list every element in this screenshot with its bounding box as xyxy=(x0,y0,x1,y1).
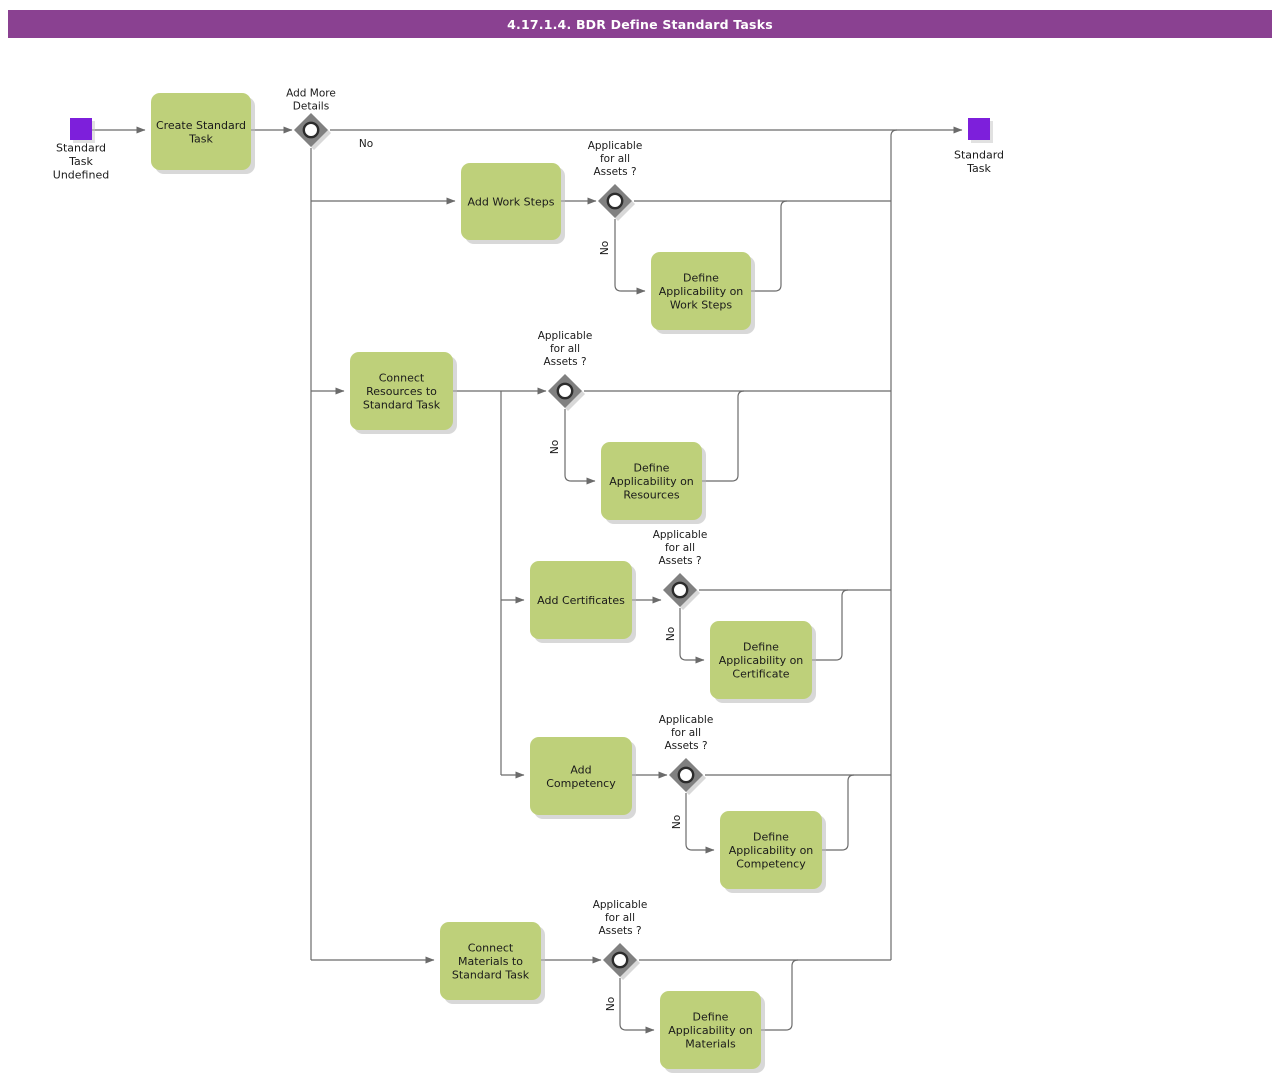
flow-res-def-merge xyxy=(702,390,745,482)
task-connect-resources-to-standard-task[interactable]: Connect Resources to Standard Task xyxy=(350,352,457,434)
task-define-applicability-resources[interactable]: Define Applicability on Resources xyxy=(601,442,706,524)
gateway-label: Add More Details xyxy=(286,88,336,113)
flow-ws-def-merge xyxy=(751,200,788,292)
flow-gw-ws-no xyxy=(614,219,646,295)
inclusive-gateway-icon xyxy=(606,192,624,210)
gateway-gw-applicable-competency[interactable]: Applicable for all Assets ? xyxy=(659,714,714,795)
flow-gw-res-no xyxy=(564,409,596,485)
gateway-gw-applicable-materials[interactable]: Applicable for all Assets ? xyxy=(593,899,648,980)
inclusive-gateway-icon xyxy=(611,951,629,969)
gateway-gw-applicable-resources[interactable]: Applicable for all Assets ? xyxy=(538,330,593,411)
gateway-gw-add-more-details[interactable]: Add More Details xyxy=(286,88,336,151)
event-label: Standard Task xyxy=(954,148,1004,175)
inclusive-gateway-icon xyxy=(677,766,695,784)
task-define-applicability-competency[interactable]: Define Applicability on Competency xyxy=(720,811,826,893)
label-no-certificate: No xyxy=(665,627,677,641)
task-create-standard-task[interactable]: Create Standard Task xyxy=(151,93,255,174)
flow-gw-comp-no xyxy=(685,793,715,854)
gateway-gw-applicable-certificate[interactable]: Applicable for all Assets ? xyxy=(653,529,708,610)
task-define-applicability-work-steps[interactable]: Define Applicability on Work Steps xyxy=(651,252,755,334)
gateway-label: Applicable for all Assets ? xyxy=(593,899,648,937)
task-add-certificates[interactable]: Add Certificates xyxy=(530,561,636,643)
flow-mat-def-merge xyxy=(761,959,799,1031)
flow-cert-def-merge xyxy=(812,589,849,661)
flow-gw-cert-no xyxy=(679,608,705,664)
end-event-marker[interactable] xyxy=(968,118,990,140)
flow-gw-mat-no xyxy=(619,978,655,1034)
task-label: Add Certificates xyxy=(537,594,625,607)
label-no-work-steps: No xyxy=(599,241,611,255)
label-no-competency: No xyxy=(671,815,683,829)
task-connect-materials-to-standard-task[interactable]: Connect Materials to Standard Task xyxy=(440,922,545,1004)
inclusive-gateway-icon xyxy=(302,121,320,139)
gateway-label: Applicable for all Assets ? xyxy=(538,330,593,368)
gateway-gw-applicable-work-steps[interactable]: Applicable for all Assets ? xyxy=(588,140,643,221)
gateway-label: Applicable for all Assets ? xyxy=(653,529,708,567)
inclusive-gateway-icon xyxy=(556,382,574,400)
task-label: Add Work Steps xyxy=(468,195,555,208)
gateway-label: Applicable for all Assets ? xyxy=(588,140,643,178)
inclusive-gateway-icon xyxy=(671,581,689,599)
flow-merge-trunk-right xyxy=(890,129,898,960)
task-define-applicability-certificate[interactable]: Define Applicability on Certificate xyxy=(710,621,816,703)
flow-comp-def-merge xyxy=(822,774,855,851)
start-event-marker[interactable] xyxy=(70,118,92,140)
process-diagram-canvas: Create Standard Task Add Work Steps Define A… xyxy=(53,88,1004,1073)
task-define-applicability-materials[interactable]: Define Applicability on Materials xyxy=(660,991,765,1073)
sequence-flows-layer xyxy=(92,126,963,1034)
diagram-page: 4.17.1.4. BDR Define Standard Tasks Crea… xyxy=(0,0,1280,1080)
gateway-label: Applicable for all Assets ? xyxy=(659,714,714,752)
tasks-layer: Create Standard Task Add Work Steps Define A… xyxy=(151,93,826,1073)
label-no-materials: No xyxy=(605,997,617,1011)
start-event-start[interactable]: Standard Task Undefined xyxy=(53,118,109,181)
task-add-competency[interactable]: Add Competency xyxy=(530,737,636,819)
event-label: Standard Task Undefined xyxy=(53,141,109,181)
end-event-end[interactable]: Standard Task xyxy=(954,118,1004,174)
label-no-add-more-details: No xyxy=(359,138,373,150)
label-no-resources: No xyxy=(549,440,561,454)
task-add-work-steps[interactable]: Add Work Steps xyxy=(461,163,565,244)
